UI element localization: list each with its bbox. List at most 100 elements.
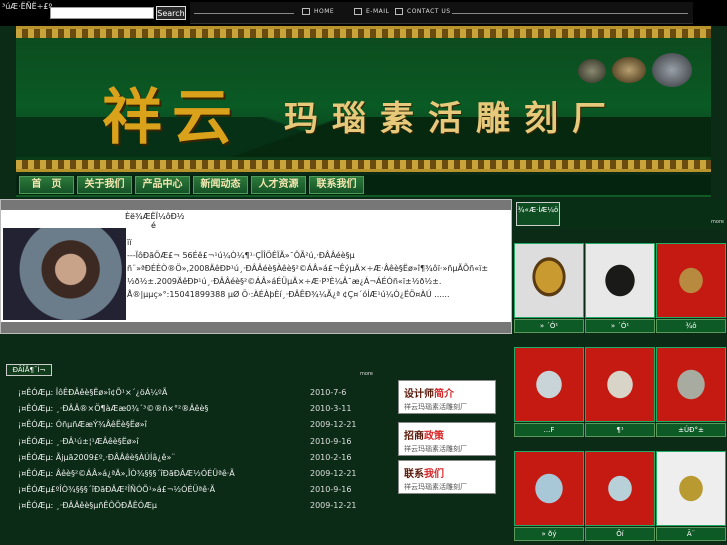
contact-us-card[interactable]: 联系我们 祥云玛瑙素活雕刻厂 (398, 460, 496, 494)
products-more-link[interactable]: more (711, 219, 724, 225)
investment-policy-card[interactable]: 招商政策 祥云玛瑙素活雕刻厂 (398, 422, 496, 456)
divider (194, 13, 294, 14)
card-subtitle: 祥云玛瑙素活雕刻厂 (404, 403, 467, 411)
brand-logo-text: 祥云 (102, 83, 242, 153)
product-image[interactable] (656, 243, 726, 318)
jade-carving-image (612, 57, 646, 83)
product-image[interactable] (585, 347, 655, 422)
nav-contact[interactable]: 联系我们 (309, 176, 364, 194)
news-title[interactable]: ¡¤ÊÓÆµ: ¸·ÐÂ¹ú±¦¹ÆÂêè§Ëø»î (18, 434, 310, 450)
card-subtitle: 祥云玛瑙素活雕刻厂 (404, 445, 467, 453)
card-subtitle: 祥云玛瑙素活雕刻厂 (404, 483, 467, 491)
card-heading: 招商政策 (404, 427, 444, 442)
news-list: ¡¤ÊÓÆµ: ÎôÊÐÂêè§Ëø»î¢Õ¹×´¿öÁ¼ºÃ 2010-7-6 … (18, 385, 366, 515)
product-image[interactable] (585, 451, 655, 526)
brand-subtitle: 玛瑙素活雕刻厂 (284, 99, 620, 139)
card-heading-a: 招商 (404, 431, 424, 442)
card-heading-a: 联系 (404, 469, 424, 480)
product-image[interactable] (514, 451, 584, 526)
product-image[interactable] (514, 243, 584, 318)
news-title[interactable]: ¡¤ÊÓÆµ: Âêè§²©ÁÂ»á¿ªÄ»,ÎÒ¾§§§´îÐãÐÂÆ½ÓÉÜ… (18, 466, 310, 482)
banner: 祥云 玛瑙素活雕刻厂 (16, 26, 711, 172)
news-item[interactable]: ¡¤ÊÓÆµ: Âêè§²©ÁÂ»á¿ªÄ»,ÎÒ¾§§§´îÐãÐÂÆ½ÓÉÜ… (18, 466, 366, 482)
about-title-line: é (151, 221, 156, 230)
nav-talent[interactable]: 人才资源 (251, 176, 306, 194)
home-link[interactable]: HOME (302, 8, 334, 15)
product-image[interactable] (514, 347, 584, 422)
panel-header-bar (1, 200, 511, 210)
mail-icon (354, 8, 362, 15)
news-title[interactable]: ¡¤ÊÓÆµ: Ãjµã2009£º,·ÐÂÂêè§ÀÚÍâ¿ê»¨ (18, 450, 310, 466)
news-item[interactable]: ¡¤ÊÓÆµ: ÎôÊÐÂêè§Ëø»î¢Õ¹×´¿öÁ¼ºÃ 2010-7-6 (18, 385, 366, 401)
product-caption[interactable]: Ã¨ (656, 527, 726, 541)
news-title[interactable]: ¡¤ÊÓÆµ: ÎôÊÐÂêè§Ëø»î¢Õ¹×´¿öÁ¼ºÃ (18, 385, 310, 401)
news-date: 2009-12-21 (310, 468, 357, 478)
product-caption[interactable]: » ðý (514, 527, 584, 541)
product-caption[interactable]: ...F (514, 423, 584, 437)
product-image[interactable] (656, 451, 726, 526)
about-panel: Èë¾ÆËÏ¼ôÐ½ é ïï ---ÏôÐãÖÆ£¬ 56Éê£¬¹ú¼Ò¼¶… (0, 199, 512, 334)
card-heading: 联系我们 (404, 465, 444, 480)
news-tab[interactable]: ÐÂÎÅ¶¯Ì¬ (6, 364, 52, 376)
home-label: HOME (314, 8, 335, 15)
product-caption[interactable]: » ´Ó¹ (585, 319, 655, 333)
product-item[interactable]: » ´Ó¹ (514, 243, 584, 333)
products-tab[interactable]: ¾«Æ·ÍÆ¼ö (516, 202, 560, 226)
news-title[interactable]: ¡¤ÊÓÆµ: ¸·ÐÂÂêè§µñÊÔÖÐÅÊÓÆµ (18, 498, 310, 514)
jade-carving-image (578, 59, 606, 83)
nav-home[interactable]: 首 页 (19, 176, 74, 194)
nav-about[interactable]: 关于我们 (77, 176, 132, 194)
top-bar: ³úÆ·ËÑË÷£º Search HOME E-MAIL CONTACT US (0, 0, 727, 26)
nav-products[interactable]: 产品中心 (135, 176, 190, 194)
search-input[interactable] (50, 7, 154, 19)
news-item[interactable]: ¡¤ÊÓÆµ: Ãjµã2009£º,·ÐÂÂêè§ÀÚÍâ¿ê»¨ 2010-2… (18, 450, 366, 466)
news-item[interactable]: ¡¤ÊÓÆµ: ÓñµñÆæÝ¾ÂêËè§Ëø»î 2009-12-21 (18, 417, 366, 433)
contact-link[interactable]: CONTACT US (395, 8, 451, 15)
products-header: ¾«Æ·ÍÆ¼ö more (514, 199, 726, 229)
banner-ornament-bottom (16, 160, 711, 169)
product-item[interactable]: ...F (514, 347, 584, 437)
designer-intro-card[interactable]: 设计师简介 祥云玛瑙素活雕刻厂 (398, 380, 496, 414)
product-caption[interactable]: ¾ô (656, 319, 726, 333)
jade-disc-image (652, 53, 692, 87)
news-item[interactable]: ¡¤ÊÓÆµ£ºÎÒ¾§§§´îÐãÐÂÆ²ÎÑÓÕ¹»á£¬½ÓÉÜªê·Ã 2… (18, 482, 366, 498)
news-title[interactable]: ¡¤ÊÓÆµ£ºÎÒ¾§§§´îÐãÐÂÆ²ÎÑÓÕ¹»á£¬½ÓÉÜªê·Ã (18, 482, 310, 498)
news-date: 2009-12-21 (310, 420, 357, 430)
about-text: ïï ---ÏôÐãÖÆ£¬ 56Éê£¬¹ú¼Ò¼¶¹·ÇÎÎÖÊÏÃ»¯ÔÃ… (127, 238, 489, 299)
designer-photo (3, 228, 126, 320)
news-date: 2010-3-11 (310, 404, 352, 414)
product-item[interactable]: » ´Ó¹ (585, 243, 655, 333)
news-title[interactable]: ¡¤ÊÓÆµ: ÓñµñÆæÝ¾ÂêËè§Ëø»î (18, 417, 310, 433)
about-title: Èë¾ÆËÏ¼ôÐ½ é (125, 212, 185, 230)
page: ³úÆ·ËÑË÷£º Search HOME E-MAIL CONTACT US… (0, 0, 727, 545)
product-caption[interactable]: ¶¹ (585, 423, 655, 437)
contact-icon (395, 8, 403, 15)
search-label: ³úÆ·ËÑË÷£º (2, 2, 53, 11)
news-item[interactable]: ¡¤ÊÓÆµ: ¸·ÐÂÂ®×Ö¶àÆæ0¾´³©®ñ×°²®Âêè§ 2010-… (18, 401, 366, 417)
product-item[interactable]: ±ÚÐ°± (656, 347, 726, 437)
news-item[interactable]: ¡¤ÊÓÆµ: ¸·ÐÂ¹ú±¦¹ÆÂêè§Ëø»î 2010-9-16 (18, 434, 366, 450)
about-title-line: Èë¾ÆËÏ¼ôÐ½ (125, 212, 185, 221)
product-item[interactable]: Ôí (585, 451, 655, 541)
product-item[interactable]: Ã¨ (656, 451, 726, 541)
news-title[interactable]: ¡¤ÊÓÆµ: ¸·ÐÂÂ®×Ö¶àÆæ0¾´³©®ñ×°²®Âêè§ (18, 401, 310, 417)
product-image[interactable] (585, 243, 655, 318)
card-heading-b: 政策 (424, 431, 444, 442)
nav-news[interactable]: 新闻动态 (193, 176, 248, 194)
banner-ornament-top (16, 29, 711, 38)
search-button[interactable]: Search (156, 6, 186, 20)
product-item[interactable]: » ðý (514, 451, 584, 541)
product-caption[interactable]: ±ÚÐ°± (656, 423, 726, 437)
news-more-link[interactable]: more (360, 371, 373, 377)
product-caption[interactable]: » ´Ó¹ (514, 319, 584, 333)
email-link[interactable]: E-MAIL (354, 8, 389, 15)
product-image[interactable] (656, 347, 726, 422)
card-heading-b: 简介 (434, 389, 454, 400)
contact-label: CONTACT US (407, 8, 451, 15)
news-item[interactable]: ¡¤ÊÓÆµ: ¸·ÐÂÂêè§µñÊÔÖÐÅÊÓÆµ 2009-12-21 (18, 498, 366, 514)
product-caption[interactable]: Ôí (585, 527, 655, 541)
card-heading: 设计师简介 (404, 385, 454, 400)
product-item[interactable]: ¶¹ (585, 347, 655, 437)
top-nav: HOME E-MAIL CONTACT US (190, 2, 693, 24)
product-item[interactable]: ¾ô (656, 243, 726, 333)
